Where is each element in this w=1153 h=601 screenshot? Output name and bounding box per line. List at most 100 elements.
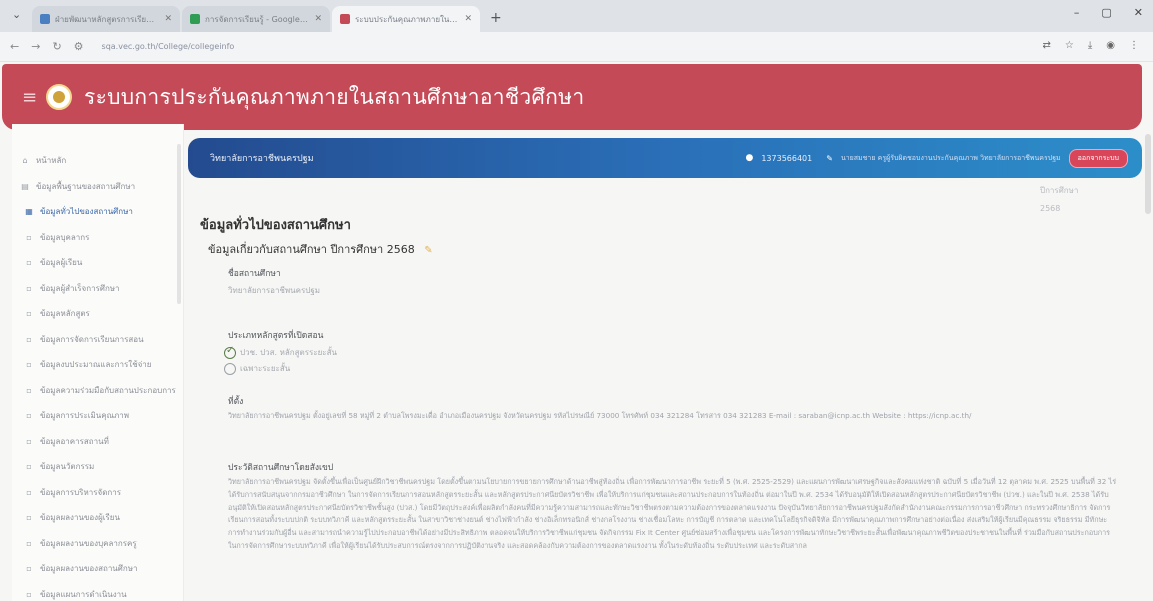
course-option-1[interactable]: ปวช. ปวส. หลักสูตรระยะสั้น [224, 345, 337, 359]
translate-icon[interactable]: ⇄ [1042, 40, 1050, 51]
sidebar-item[interactable]: ⌂ หน้าหลัก [12, 148, 183, 174]
sidebar-item[interactable]: ▫ ข้อมูลบุคลากร [12, 225, 183, 251]
sidebar-item-icon: ▫ [26, 538, 32, 548]
sidebar-item[interactable]: ▫ ข้อมูลการจัดการเรียนการสอน [12, 327, 183, 353]
sidebar-item-label: ข้อมูลงบประมาณและการใช้จ่าย [40, 360, 152, 370]
favicon [40, 14, 50, 24]
sidebar-item-label: ข้อมูลความร่วมมือกับสถานประกอบการ [40, 385, 176, 395]
sidebar-item-icon: ▫ [26, 513, 32, 523]
sidebar-item-label: ข้อมูลนวัตกรรม [40, 462, 95, 472]
browser-tab-3[interactable]: ระบบประกันคุณภาพภายในสถานศึกษา ✕ [332, 6, 480, 32]
sidebar-item[interactable]: ▫ ข้อมูลผู้เรียน [12, 250, 183, 276]
college-bar: วิทยาลัยการอาชีพนครปฐม ● 1373566401 ✎ นา… [188, 138, 1142, 178]
reload-icon[interactable]: ↻ [52, 40, 61, 53]
favicon [190, 14, 200, 24]
new-tab-button[interactable]: + [490, 10, 502, 26]
college-name-label: ชื่อสถานศึกษา [228, 269, 281, 279]
close-tab-icon[interactable]: ✕ [164, 14, 172, 24]
sidebar-item-icon: ▫ [26, 232, 32, 242]
close-window-icon[interactable]: ✕ [1134, 6, 1143, 19]
minimize-icon[interactable]: – [1074, 6, 1080, 19]
sidebar-item-icon: ▫ [26, 258, 32, 268]
profile-icon[interactable]: ◉ [1106, 40, 1115, 51]
tab-label: ฝ่ายพัฒนาหลักสูตรการเรียนการสอน [55, 14, 160, 24]
sidebar-item-label: ข้อมูลผลงานของสถานศึกษา [40, 564, 138, 574]
radio-checked-icon[interactable] [224, 345, 236, 359]
page-title: ข้อมูลทั่วไปของสถานศึกษา [200, 218, 351, 233]
user-id: 1373566401 [761, 153, 813, 163]
sidebar-item-label: ข้อมูลการบริหารจัดการ [40, 487, 122, 497]
hamburger-menu-icon[interactable]: ≡ [22, 87, 40, 108]
user-info: ● 1373566401 ✎ นายสมชาย ครูผู้รับผิดชอบง… [745, 148, 1128, 168]
address-bar-actions: ⇄ ☆ ⤓ ◉ ⋮ [1042, 40, 1139, 51]
sidebar-item-icon: ⌂ [22, 156, 28, 166]
window-controls: – ▢ ✕ [1074, 6, 1143, 19]
course-option-2[interactable]: เฉพาะระยะสั้น [224, 362, 290, 375]
course-type-label: ประเภทหลักสูตรที่เปิดสอน [228, 331, 324, 341]
sidebar-item[interactable]: ▫ ข้อมูลแผนการดำเนินงาน [12, 582, 183, 601]
tab-label: ระบบประกันคุณภาพภายในสถานศึกษา [355, 14, 460, 24]
url-input[interactable]: sqa.vec.go.th/College/collegeinfo [102, 42, 235, 51]
bookmark-star-icon[interactable]: ☆ [1065, 40, 1074, 51]
sidebar-scrollbar[interactable] [177, 144, 181, 304]
sidebar-item[interactable]: ▫ ข้อมูลการประเมินคุณภาพ [12, 403, 183, 429]
sidebar-item-label: ข้อมูลผลงานของผู้เรียน [40, 513, 120, 523]
sidebar-item-icon: ▫ [26, 436, 32, 446]
sidebar: ⌂ หน้าหลัก ▤ ข้อมูลพื้นฐานของสถานศึกษา ▦ ข้อม… [12, 124, 184, 601]
section-title-text: ข้อมูลเกี่ยวกับสถานศึกษา ปีการศึกษา 2568 [208, 243, 415, 256]
sidebar-item-icon: ▫ [26, 334, 32, 344]
sidebar-item-icon: ▤ [21, 181, 29, 191]
forward-icon[interactable]: → [31, 40, 40, 53]
sidebar-item-label: ข้อมูลผลงานของบุคลากรครู [40, 538, 137, 548]
sidebar-item-icon: ▫ [26, 589, 32, 599]
download-icon[interactable]: ⤓ [1088, 40, 1092, 51]
history-value: วิทยาลัยการอาชีพนครปฐม จัดตั้งขึ้นเพื่อเ… [228, 477, 1117, 550]
sidebar-item[interactable]: ▫ ข้อมูลผลงานของบุคลากรครู [12, 531, 183, 557]
sidebar-item-icon: ▫ [26, 283, 32, 293]
maximize-icon[interactable]: ▢ [1101, 6, 1111, 19]
browser-tab-1[interactable]: ฝ่ายพัฒนาหลักสูตรการเรียนการสอน ✕ [32, 6, 180, 32]
address-bar: ← → ↻ ⚙ sqa.vec.go.th/College/collegeinf… [0, 32, 1153, 62]
sidebar-item-label: ข้อมูลผู้สำเร็จการศึกษา [40, 283, 120, 293]
sidebar-item-icon: ▫ [26, 309, 32, 319]
radio-unchecked-icon[interactable] [224, 362, 236, 375]
sidebar-item[interactable]: ▦ ข้อมูลทั่วไปของสถานศึกษา [12, 199, 183, 225]
more-menu-icon[interactable]: ⋮ [1129, 40, 1139, 51]
section-title: ข้อมูลเกี่ยวกับสถานศึกษา ปีการศึกษา 2568… [208, 240, 433, 258]
edit-profile-icon[interactable]: ✎ [826, 154, 833, 163]
sidebar-item[interactable]: ▫ ข้อมูลหลักสูตร [12, 301, 183, 327]
sidebar-item[interactable]: ▫ ข้อมูลการบริหารจัดการ [12, 480, 183, 506]
course-option-label: ปวช. ปวส. หลักสูตรระยะสั้น [240, 348, 337, 357]
year-select-label: ปีการศึกษา [1040, 186, 1079, 195]
close-tab-icon[interactable]: ✕ [464, 14, 472, 24]
app-title: ระบบการประกันคุณภาพภายในสถานศึกษาอาชีวศึ… [84, 84, 585, 109]
sidebar-item[interactable]: ▤ ข้อมูลพื้นฐานของสถานศึกษา [12, 174, 183, 200]
sidebar-item[interactable]: ▫ ข้อมูลผลงานของสถานศึกษา [12, 556, 183, 582]
browser-tab-2[interactable]: การจัดการเรียนรู้ - Google ชีต ✕ [182, 6, 330, 32]
address-label: ที่ตั้ง [228, 397, 244, 407]
sidebar-item[interactable]: ▫ ข้อมูลความร่วมมือกับสถานประกอบการ [12, 378, 183, 404]
sidebar-item-label: ข้อมูลอาคารสถานที่ [40, 436, 109, 446]
sidebar-item[interactable]: ▫ ข้อมูลงบประมาณและการใช้จ่าย [12, 352, 183, 378]
sidebar-item-label: ข้อมูลการจัดการเรียนการสอน [40, 334, 144, 344]
logout-button[interactable]: ออกจากระบบ [1068, 148, 1128, 168]
back-icon[interactable]: ← [10, 40, 19, 53]
site-info-icon[interactable]: ⚙ [74, 40, 84, 53]
history-label: ประวัติสถานศึกษาโดยสังเขป [228, 463, 334, 473]
user-description: นายสมชาย ครูผู้รับผิดชอบงานประกันคุณภาพ … [840, 153, 1061, 162]
sidebar-item[interactable]: ▫ ข้อมูลผลงานของผู้เรียน [12, 505, 183, 531]
tab-menu-icon[interactable]: ⌄ [12, 8, 28, 24]
close-tab-icon[interactable]: ✕ [314, 14, 322, 24]
sidebar-item[interactable]: ▫ ข้อมูลนวัตกรรม [12, 454, 183, 480]
sidebar-item-label: ข้อมูลผู้เรียน [40, 258, 83, 268]
app-header: ≡ ระบบการประกันคุณภาพภายในสถานศึกษาอาชีว… [2, 64, 1142, 130]
sidebar-item[interactable]: ▫ ข้อมูลผู้สำเร็จการศึกษา [12, 276, 183, 302]
tab-label: การจัดการเรียนรู้ - Google ชีต [205, 14, 310, 24]
page-scrollbar[interactable] [1145, 134, 1151, 214]
sidebar-item-icon: ▫ [26, 564, 32, 574]
sidebar-item[interactable]: ▫ ข้อมูลอาคารสถานที่ [12, 429, 183, 455]
course-option-label: เฉพาะระยะสั้น [240, 364, 291, 373]
edit-icon[interactable]: ✎ [424, 245, 432, 256]
sidebar-item-label: ข้อมูลทั่วไปของสถานศึกษา [40, 207, 133, 217]
sidebar-item-icon: ▫ [26, 385, 32, 395]
